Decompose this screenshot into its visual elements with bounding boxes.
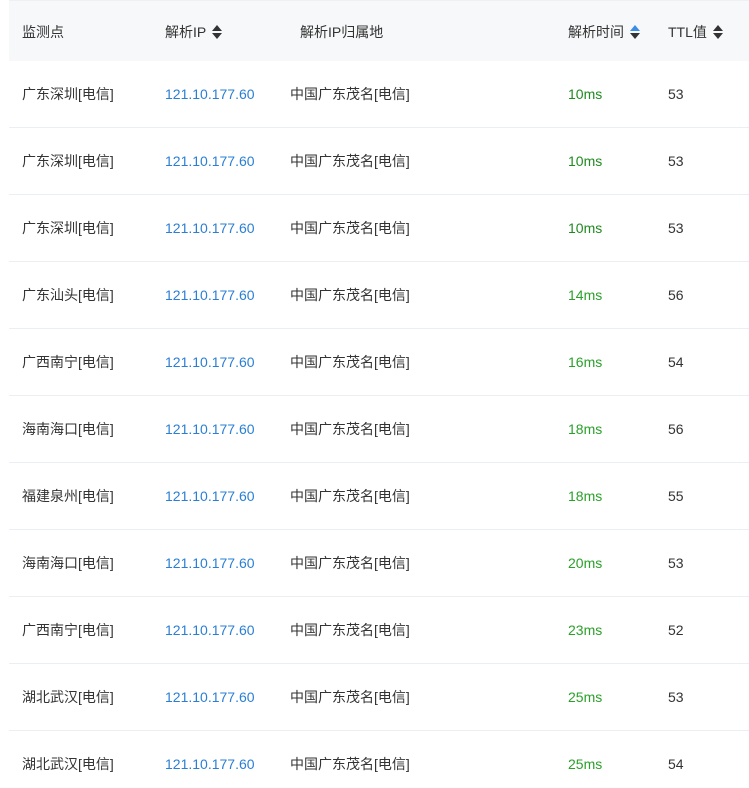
table-row: 福建泉州[电信] 121.10.177.60 中国广东茂名[电信] 18ms 55: [9, 463, 749, 530]
header-ttl-label: TTL值: [668, 23, 707, 40]
cell-monitor: 广西南宁[电信]: [22, 354, 114, 370]
cell-time: 10ms: [568, 153, 603, 169]
header-monitor: 监测点: [22, 1, 64, 62]
table-row: 海南海口[电信] 121.10.177.60 中国广东茂名[电信] 18ms 56: [9, 396, 749, 463]
results-table: 监测点 解析IP 解析IP归属地 解析时间 TTL值 广东深圳[电信] 121.1…: [0, 0, 749, 788]
cell-ip-link[interactable]: 121.10.177.60: [165, 61, 255, 127]
header-ip-label: 解析IP: [165, 23, 207, 40]
cell-monitor: 广东深圳[电信]: [22, 86, 114, 102]
cell-ip-link[interactable]: 121.10.177.60: [165, 731, 255, 788]
cell-location: 中国广东茂名[电信]: [290, 689, 410, 705]
cell-monitor: 广东深圳[电信]: [22, 153, 114, 169]
cell-location: 中国广东茂名[电信]: [290, 86, 410, 102]
cell-ttl: 53: [668, 555, 684, 571]
cell-time: 14ms: [568, 287, 603, 303]
sort-time-icon[interactable]: [630, 24, 640, 39]
header-location-label: 解析IP归属地: [300, 23, 384, 40]
cell-ttl: 56: [668, 287, 684, 303]
cell-location: 中国广东茂名[电信]: [290, 555, 410, 571]
table-row: 广东汕头[电信] 121.10.177.60 中国广东茂名[电信] 14ms 56: [9, 262, 749, 329]
cell-ip-link[interactable]: 121.10.177.60: [165, 530, 255, 596]
sort-ttl-icon[interactable]: [712, 24, 723, 39]
cell-time: 16ms: [568, 354, 603, 370]
cell-ttl: 53: [668, 153, 684, 169]
cell-location: 中国广东茂名[电信]: [290, 421, 410, 437]
cell-ttl: 55: [668, 488, 684, 504]
cell-time: 18ms: [568, 421, 603, 437]
cell-location: 中国广东茂名[电信]: [290, 622, 410, 638]
cell-ip-link[interactable]: 121.10.177.60: [165, 463, 255, 529]
cell-location: 中国广东茂名[电信]: [290, 153, 410, 169]
cell-monitor: 湖北武汉[电信]: [22, 689, 114, 705]
cell-time: 23ms: [568, 622, 603, 638]
table-row: 广东深圳[电信] 121.10.177.60 中国广东茂名[电信] 10ms 53: [9, 195, 749, 262]
table-row: 广西南宁[电信] 121.10.177.60 中国广东茂名[电信] 23ms 52: [9, 597, 749, 664]
cell-monitor: 海南海口[电信]: [22, 421, 114, 437]
header-ttl[interactable]: TTL值: [668, 1, 723, 62]
cell-ip-link[interactable]: 121.10.177.60: [165, 128, 255, 194]
cell-ip-link[interactable]: 121.10.177.60: [165, 329, 255, 395]
cell-monitor: 海南海口[电信]: [22, 555, 114, 571]
cell-ttl: 53: [668, 220, 684, 236]
header-time-label: 解析时间: [568, 23, 624, 40]
cell-location: 中国广东茂名[电信]: [290, 220, 410, 236]
cell-monitor: 广西南宁[电信]: [22, 622, 114, 638]
cell-location: 中国广东茂名[电信]: [290, 287, 410, 303]
cell-time: 20ms: [568, 555, 603, 571]
cell-ip-link[interactable]: 121.10.177.60: [165, 597, 255, 663]
header-location: 解析IP归属地: [300, 1, 383, 62]
table-row: 广东深圳[电信] 121.10.177.60 中国广东茂名[电信] 10ms 53: [9, 128, 749, 195]
cell-location: 中国广东茂名[电信]: [290, 354, 410, 370]
header-ip[interactable]: 解析IP: [165, 1, 223, 62]
header-time[interactable]: 解析时间: [568, 1, 640, 62]
cell-monitor: 广东汕头[电信]: [22, 287, 114, 303]
cell-time: 25ms: [568, 689, 603, 705]
cell-ttl: 54: [668, 756, 684, 772]
table-row: 广西南宁[电信] 121.10.177.60 中国广东茂名[电信] 16ms 54: [9, 329, 749, 396]
cell-time: 10ms: [568, 220, 603, 236]
cell-location: 中国广东茂名[电信]: [290, 756, 410, 772]
cell-ttl: 53: [668, 86, 684, 102]
table-row: 广东深圳[电信] 121.10.177.60 中国广东茂名[电信] 10ms 53: [9, 61, 749, 128]
cell-ttl: 56: [668, 421, 684, 437]
cell-time: 10ms: [568, 86, 603, 102]
cell-ip-link[interactable]: 121.10.177.60: [165, 195, 255, 261]
header-monitor-label: 监测点: [22, 23, 64, 40]
cell-monitor: 湖北武汉[电信]: [22, 756, 114, 772]
table-row: 海南海口[电信] 121.10.177.60 中国广东茂名[电信] 20ms 53: [9, 530, 749, 597]
cell-monitor: 广东深圳[电信]: [22, 220, 114, 236]
cell-ttl: 53: [668, 689, 684, 705]
table-header: 监测点 解析IP 解析IP归属地 解析时间 TTL值: [9, 0, 749, 61]
cell-location: 中国广东茂名[电信]: [290, 488, 410, 504]
cell-time: 25ms: [568, 756, 603, 772]
cell-time: 18ms: [568, 488, 603, 504]
sort-ip-icon[interactable]: [212, 24, 223, 39]
cell-ip-link[interactable]: 121.10.177.60: [165, 396, 255, 462]
cell-monitor: 福建泉州[电信]: [22, 488, 114, 504]
cell-ip-link[interactable]: 121.10.177.60: [165, 262, 255, 328]
cell-ip-link[interactable]: 121.10.177.60: [165, 664, 255, 730]
cell-ttl: 52: [668, 622, 684, 638]
table-row: 湖北武汉[电信] 121.10.177.60 中国广东茂名[电信] 25ms 53: [9, 664, 749, 731]
cell-ttl: 54: [668, 354, 684, 370]
table-row: 湖北武汉[电信] 121.10.177.60 中国广东茂名[电信] 25ms 54: [9, 731, 749, 788]
